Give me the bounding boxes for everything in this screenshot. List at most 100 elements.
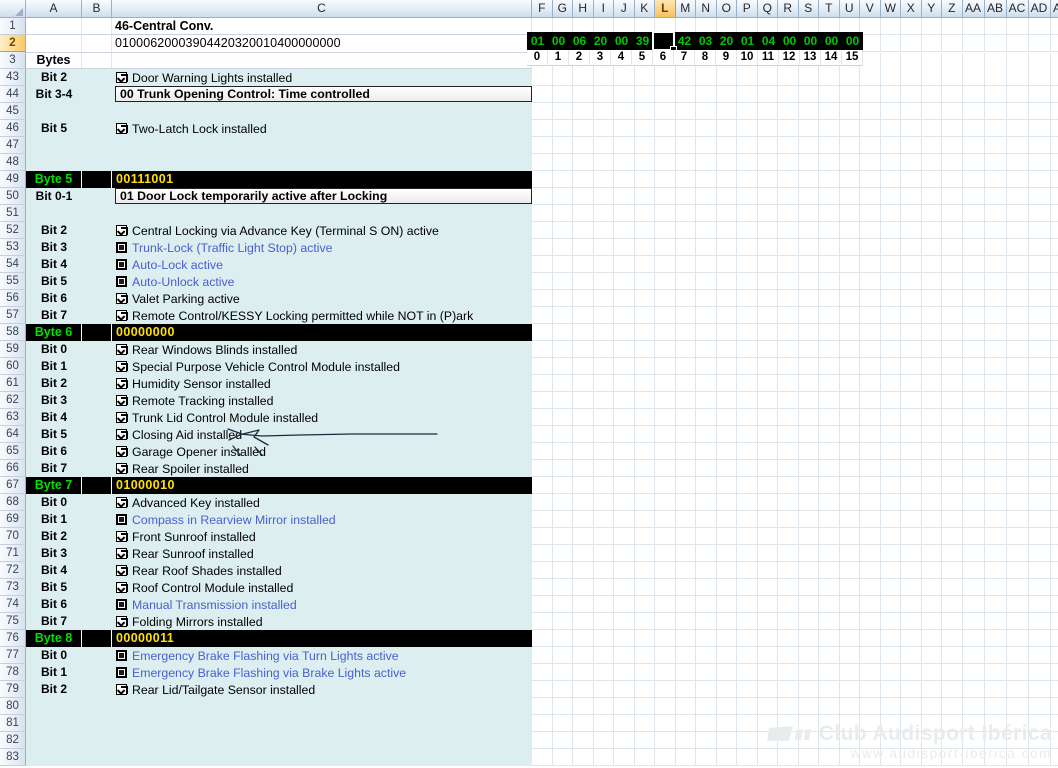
grid-cell[interactable] (1050, 18, 1058, 35)
grid-cell[interactable] (655, 120, 676, 137)
grid-cell[interactable] (819, 188, 840, 205)
grid-cell[interactable] (880, 239, 901, 256)
bit-description-cell[interactable]: Remote Control/KESSY Locking permitted w… (112, 307, 532, 324)
grid-cell[interactable] (552, 86, 573, 103)
grid-cell[interactable] (716, 171, 737, 188)
bit-description-cell[interactable]: Front Sunroof installed (112, 528, 532, 545)
column-header-u[interactable]: U (839, 0, 860, 18)
grid-cell[interactable] (532, 630, 553, 647)
grid-cell[interactable] (716, 103, 737, 120)
grid-cell[interactable] (716, 120, 737, 137)
grid-cell[interactable] (921, 307, 942, 324)
cell-a1[interactable] (26, 18, 82, 35)
grid-cell[interactable] (655, 443, 676, 460)
grid-cell[interactable] (1006, 647, 1029, 664)
grid-cell[interactable] (634, 273, 655, 290)
grid-cell[interactable] (737, 443, 758, 460)
byte-index-1[interactable]: 1 (548, 50, 569, 66)
grid-cell[interactable] (798, 681, 819, 698)
grid-cell[interactable] (552, 409, 573, 426)
grid-cell[interactable] (696, 647, 717, 664)
bit-icon-cell[interactable] (82, 664, 112, 681)
grid-cell[interactable] (1050, 426, 1058, 443)
row-header-57[interactable]: 57 (0, 307, 26, 324)
grid-cell[interactable] (532, 239, 553, 256)
grid-cell[interactable] (696, 171, 717, 188)
grid-cell[interactable] (614, 545, 635, 562)
blank-cell[interactable] (26, 205, 82, 222)
column-header-j[interactable]: J (614, 0, 635, 18)
grid-cell[interactable] (860, 494, 881, 511)
grid-cell[interactable] (798, 137, 819, 154)
column-header-a[interactable]: A (26, 0, 82, 18)
grid-cell[interactable] (593, 630, 614, 647)
grid-cell[interactable] (962, 749, 985, 766)
grid-cell[interactable] (573, 290, 594, 307)
grid-cell[interactable] (675, 562, 696, 579)
grid-cell[interactable] (716, 307, 737, 324)
grid-cell[interactable] (737, 273, 758, 290)
grid-cell[interactable] (593, 664, 614, 681)
grid-cell[interactable] (984, 18, 1007, 35)
grid-cell[interactable] (716, 324, 737, 341)
grid-cell[interactable] (901, 715, 922, 732)
grid-cell[interactable] (552, 358, 573, 375)
grid-cell[interactable] (716, 477, 737, 494)
grid-cell[interactable] (716, 460, 737, 477)
grid-cell[interactable] (778, 290, 799, 307)
grid-cell[interactable] (573, 511, 594, 528)
grid-cell[interactable] (573, 409, 594, 426)
grid-cell[interactable] (1028, 35, 1051, 52)
grid-cell[interactable] (573, 120, 594, 137)
grid-cell[interactable] (696, 375, 717, 392)
grid-cell[interactable] (839, 307, 860, 324)
grid-cell[interactable] (921, 53, 942, 70)
grid-cell[interactable] (901, 545, 922, 562)
grid-cell[interactable] (798, 358, 819, 375)
grid-cell[interactable] (757, 630, 778, 647)
grid-cell[interactable] (901, 307, 922, 324)
grid-cell[interactable] (901, 528, 922, 545)
grid-cell[interactable] (819, 137, 840, 154)
grid-cell[interactable] (593, 460, 614, 477)
grid-cell[interactable] (655, 171, 676, 188)
grid-cell[interactable] (1050, 443, 1058, 460)
grid-cell[interactable] (921, 188, 942, 205)
grid-cell[interactable] (1006, 154, 1029, 171)
grid-cell[interactable] (552, 630, 573, 647)
blank-cell[interactable] (26, 103, 82, 120)
grid-cell[interactable] (675, 426, 696, 443)
grid-cell[interactable] (901, 494, 922, 511)
grid-cell[interactable] (757, 239, 778, 256)
grid-cell[interactable] (839, 647, 860, 664)
grid-cell[interactable] (593, 137, 614, 154)
bit-label[interactable]: Bit 4 (26, 409, 82, 426)
column-header-k[interactable]: K (634, 0, 655, 18)
grid-cell[interactable] (984, 341, 1007, 358)
grid-cell[interactable] (839, 749, 860, 766)
grid-cell[interactable] (655, 290, 676, 307)
byte-index-14[interactable]: 14 (821, 50, 842, 66)
grid-cell[interactable] (552, 137, 573, 154)
grid-cell[interactable] (984, 137, 1007, 154)
grid-cell[interactable] (839, 375, 860, 392)
grid-cell[interactable] (614, 426, 635, 443)
hex-byte-6[interactable] (652, 31, 677, 53)
grid-cell[interactable] (1050, 732, 1058, 749)
grid-cell[interactable] (1006, 205, 1029, 222)
grid-cell[interactable] (573, 341, 594, 358)
grid-cell[interactable] (655, 137, 676, 154)
grid-cell[interactable] (716, 86, 737, 103)
grid-cell[interactable] (880, 222, 901, 239)
bit-label[interactable]: Bit 2 (26, 375, 82, 392)
grid-cell[interactable] (634, 137, 655, 154)
grid-cell[interactable] (552, 698, 573, 715)
grid-cell[interactable] (984, 732, 1007, 749)
grid-cell[interactable] (737, 647, 758, 664)
grid-cell[interactable] (1028, 460, 1051, 477)
grid-cell[interactable] (716, 69, 737, 86)
grid-cell[interactable] (860, 120, 881, 137)
grid-cell[interactable] (962, 324, 985, 341)
grid-cell[interactable] (901, 698, 922, 715)
row-header-2[interactable]: 2 (0, 35, 26, 52)
